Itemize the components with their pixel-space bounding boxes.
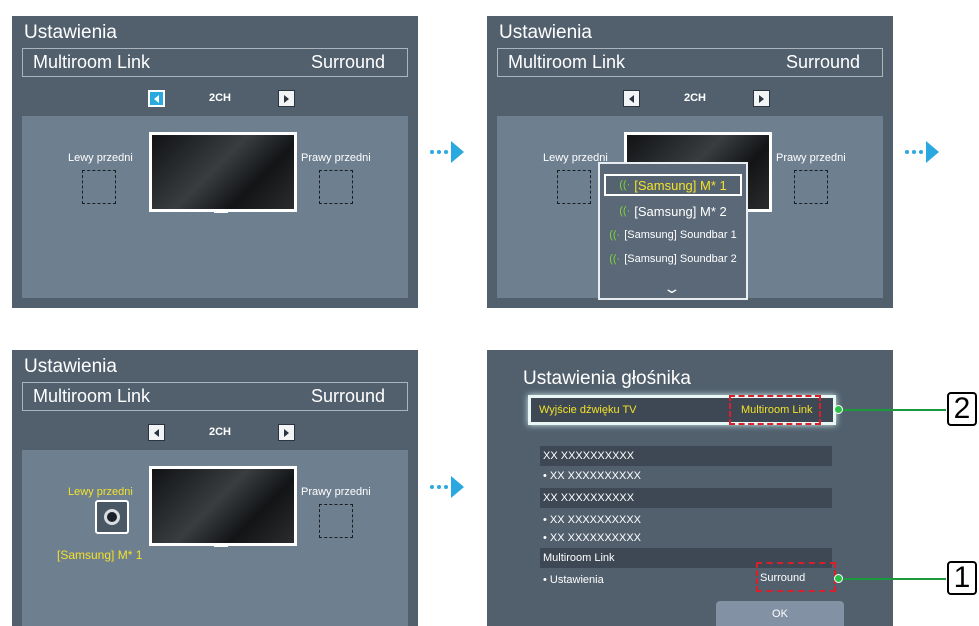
channel-selector: 2CH [12, 90, 418, 112]
list-item: • XX XXXXXXXXXX [543, 514, 642, 526]
assigned-speaker-label: [Samsung] M* 1 [57, 548, 143, 562]
panel-title: Ustawienia [24, 22, 117, 43]
front-right-label: Prawy przedni [776, 152, 846, 164]
callout-dot [834, 405, 843, 414]
tv-icon [149, 466, 297, 546]
callout-number: 1 [947, 561, 977, 595]
chevron-left-icon [629, 94, 634, 103]
front-right-slot[interactable] [319, 170, 353, 204]
callout-dot [834, 574, 843, 583]
chevron-down-icon[interactable]: ⌄ [662, 280, 681, 297]
next-step-arrow [430, 141, 464, 163]
settings-panel-3: Ustawienia Multiroom Link Surround 2CH L… [12, 350, 418, 626]
channel-label: 2CH [209, 426, 232, 438]
channel-prev-button[interactable] [148, 424, 165, 441]
dropdown-item[interactable]: ((· [Samsung] Soundbar 1 [604, 224, 742, 246]
highlight-box [729, 395, 821, 425]
panel-title: Ustawienia [24, 356, 117, 377]
highlight-box [756, 562, 836, 592]
channel-next-button[interactable] [753, 90, 770, 107]
list-item: • XX XXXXXXXXXX [543, 532, 642, 544]
wifi-icon: ((· [609, 253, 621, 265]
chevron-left-icon [154, 428, 159, 437]
wifi-icon: ((· [619, 179, 631, 191]
channel-prev-button[interactable] [148, 90, 165, 107]
arrow-right-icon [451, 476, 464, 498]
front-right-label: Prawy przedni [301, 152, 371, 164]
channel-next-button[interactable] [278, 90, 295, 107]
speaker-layout: Lewy przedni Prawy przedni [22, 116, 408, 298]
callout-number: 2 [947, 392, 977, 426]
arrow-right-icon [926, 141, 939, 163]
speaker-layout: Lewy przedni [Samsung] M* 1 Prawy przedn… [22, 450, 408, 626]
tv-icon [149, 132, 297, 212]
dropdown-item[interactable]: ((· [Samsung] Soundbar 2 [604, 248, 742, 270]
dropdown-item-label: [Samsung] M* 2 [634, 203, 727, 219]
channel-prev-button[interactable] [623, 90, 640, 107]
speaker-icon[interactable] [95, 500, 129, 534]
front-right-label: Prawy przedni [301, 486, 371, 498]
front-right-slot[interactable] [794, 170, 828, 204]
tv-stand [214, 544, 228, 547]
tv-output-label: Wyjście dźwięku TV [539, 404, 637, 416]
wifi-icon: ((· [619, 205, 631, 217]
dropdown-item-label: [Samsung] Soundbar 1 [624, 229, 737, 241]
list-item: • XX XXXXXXXXXX [543, 470, 642, 482]
callout-line [838, 409, 946, 411]
dropdown-item-label: [Samsung] Soundbar 2 [624, 253, 737, 265]
front-left-label: Lewy przedni [68, 486, 133, 498]
front-left-label: Lewy przedni [68, 152, 133, 164]
chevron-right-icon [759, 94, 764, 103]
tab-multiroom-link[interactable]: Multiroom Link [33, 386, 150, 407]
tab-multiroom-link[interactable]: Multiroom Link [33, 52, 150, 73]
list-item: XX XXXXXXXXXX [540, 488, 832, 508]
channel-label: 2CH [684, 92, 707, 104]
channel-selector: 2CH [12, 424, 418, 446]
chevron-right-icon [284, 94, 289, 103]
panel-title: Ustawienia głośnika [523, 368, 691, 389]
arrow-right-icon [451, 141, 464, 163]
tab-surround[interactable]: Surround [311, 52, 385, 73]
tv-output-row[interactable]: Wyjście dźwięku TV Multiroom Link [528, 395, 836, 425]
channel-selector: 2CH [487, 90, 893, 112]
dropdown-item-selected[interactable]: ((· [Samsung] M* 1 [604, 174, 742, 196]
panel-title: Ustawienia [499, 22, 592, 43]
mode-header: Multiroom Link Surround [497, 48, 883, 77]
dropdown-item-label: [Samsung] M* 1 [634, 177, 727, 193]
front-left-slot[interactable] [82, 170, 116, 204]
chevron-right-icon [284, 428, 289, 437]
next-step-arrow [905, 141, 939, 163]
front-left-slot[interactable] [557, 170, 591, 204]
mode-header: Multiroom Link Surround [22, 382, 408, 411]
tab-multiroom-link[interactable]: Multiroom Link [508, 52, 625, 73]
wifi-icon: ((· [609, 229, 621, 241]
dropdown-item[interactable]: ((· [Samsung] M* 2 [604, 200, 742, 222]
tab-surround[interactable]: Surround [786, 52, 860, 73]
settings-panel-1: Ustawienia Multiroom Link Surround 2CH L… [12, 16, 418, 308]
mode-header: Multiroom Link Surround [22, 48, 408, 77]
ok-button[interactable]: OK [716, 601, 844, 626]
tv-stand [214, 210, 228, 213]
callout-line [838, 578, 946, 580]
channel-next-button[interactable] [278, 424, 295, 441]
chevron-left-icon [154, 94, 159, 103]
speaker-dropdown: ((· [Samsung] M* 1 ((· [Samsung] M* 2 ((·[… [598, 162, 748, 300]
front-right-slot[interactable] [319, 504, 353, 538]
channel-label: 2CH [209, 92, 232, 104]
list-item: XX XXXXXXXXXX [540, 446, 832, 466]
next-step-arrow [430, 476, 464, 498]
tab-surround[interactable]: Surround [311, 386, 385, 407]
